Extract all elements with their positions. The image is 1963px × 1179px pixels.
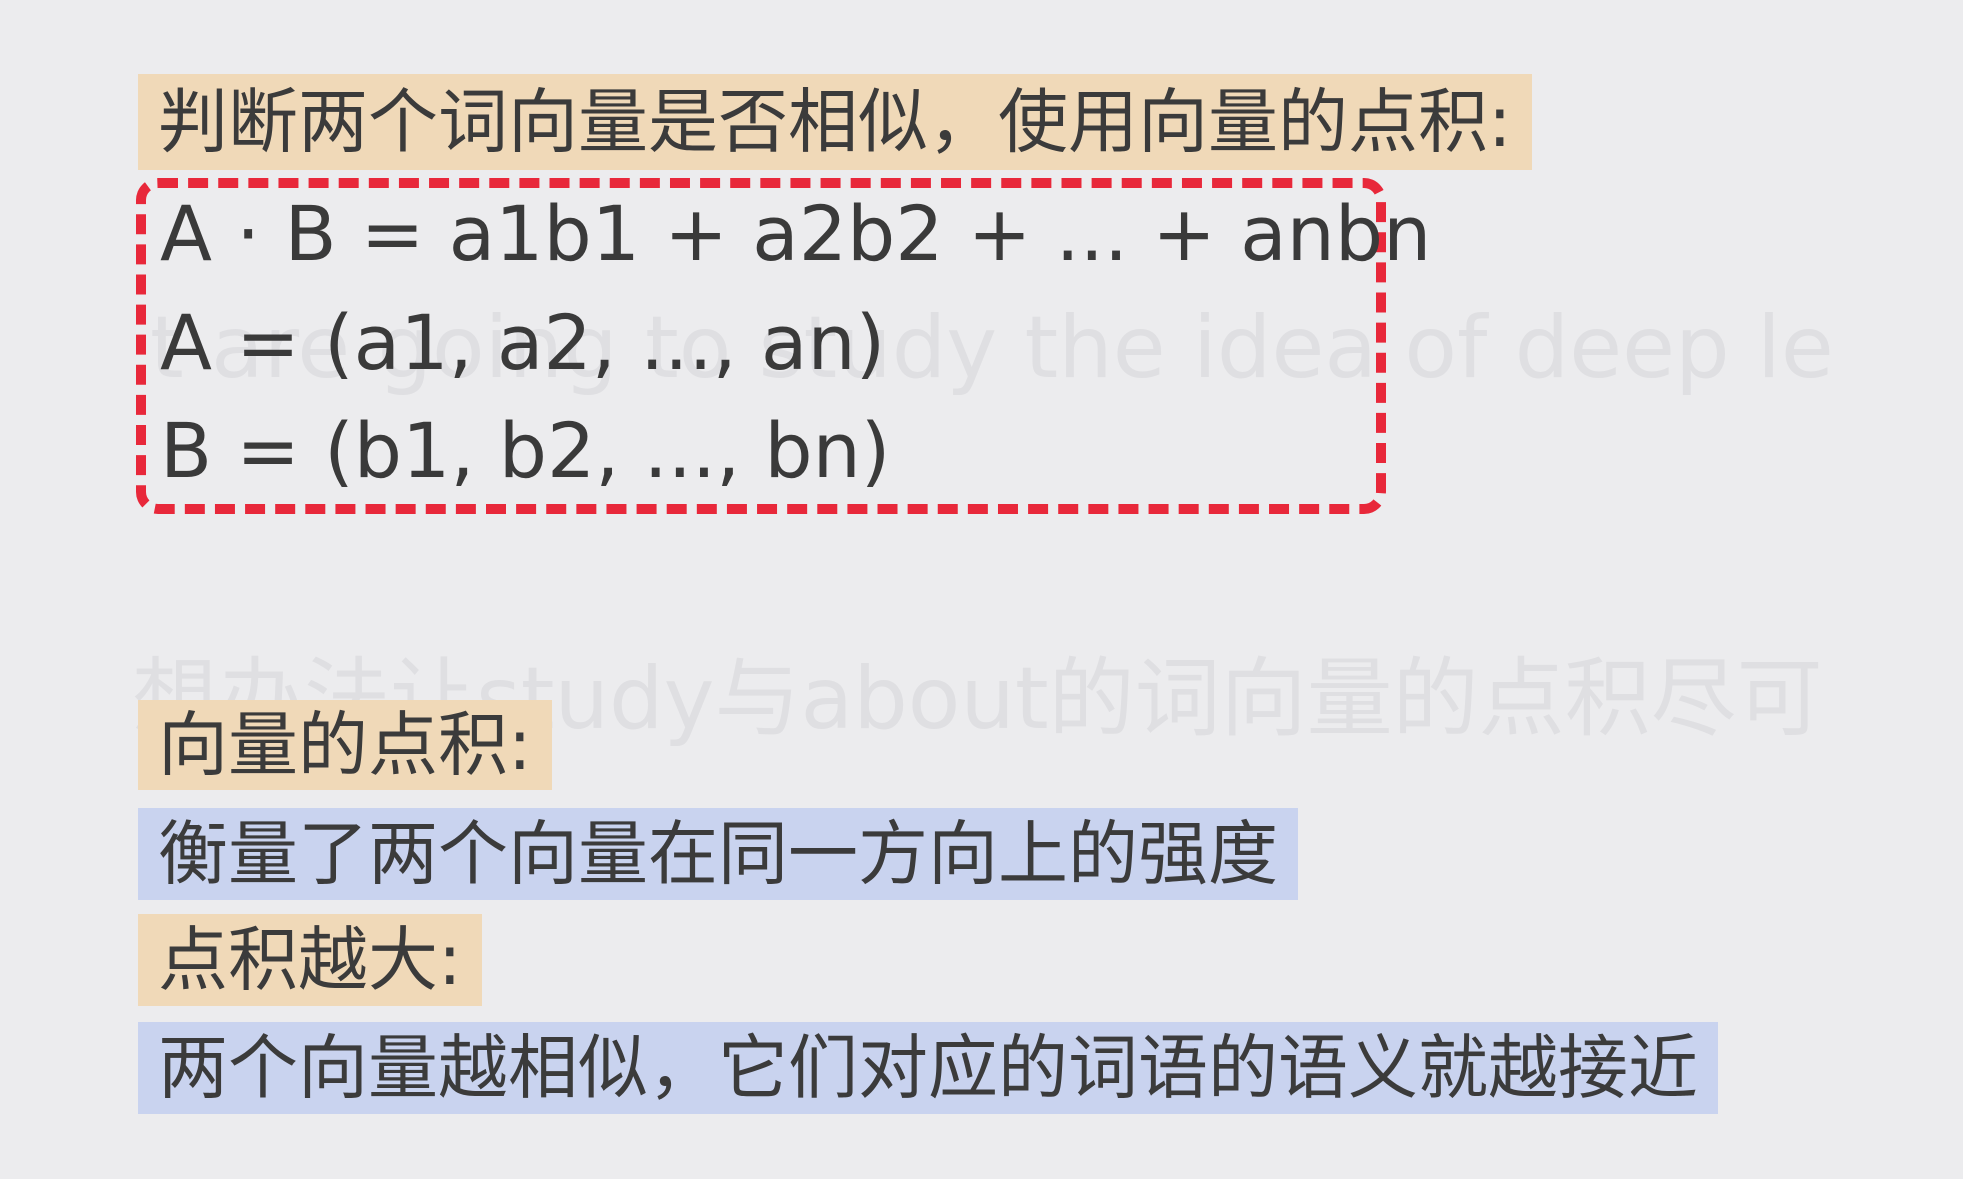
dot-product-title: 向量的点积: xyxy=(138,700,552,790)
dot-product-description: 衡量了两个向量在同一方向上的强度 xyxy=(138,808,1298,900)
formula-dot-product: A · B = a1b1 + a2b2 + ... + anbn xyxy=(160,189,1432,278)
larger-dot-product-title: 点积越大: xyxy=(138,914,482,1006)
heading: 判断两个词向量是否相似，使用向量的点积: xyxy=(138,74,1532,170)
formula-vector-b: B = (b1, b2, ..., bn) xyxy=(160,406,891,495)
formula-vector-a: A = (a1, a2, ..., an) xyxy=(160,298,886,387)
larger-dot-product-description: 两个向量越相似，它们对应的词语的语义就越接近 xyxy=(138,1022,1718,1114)
